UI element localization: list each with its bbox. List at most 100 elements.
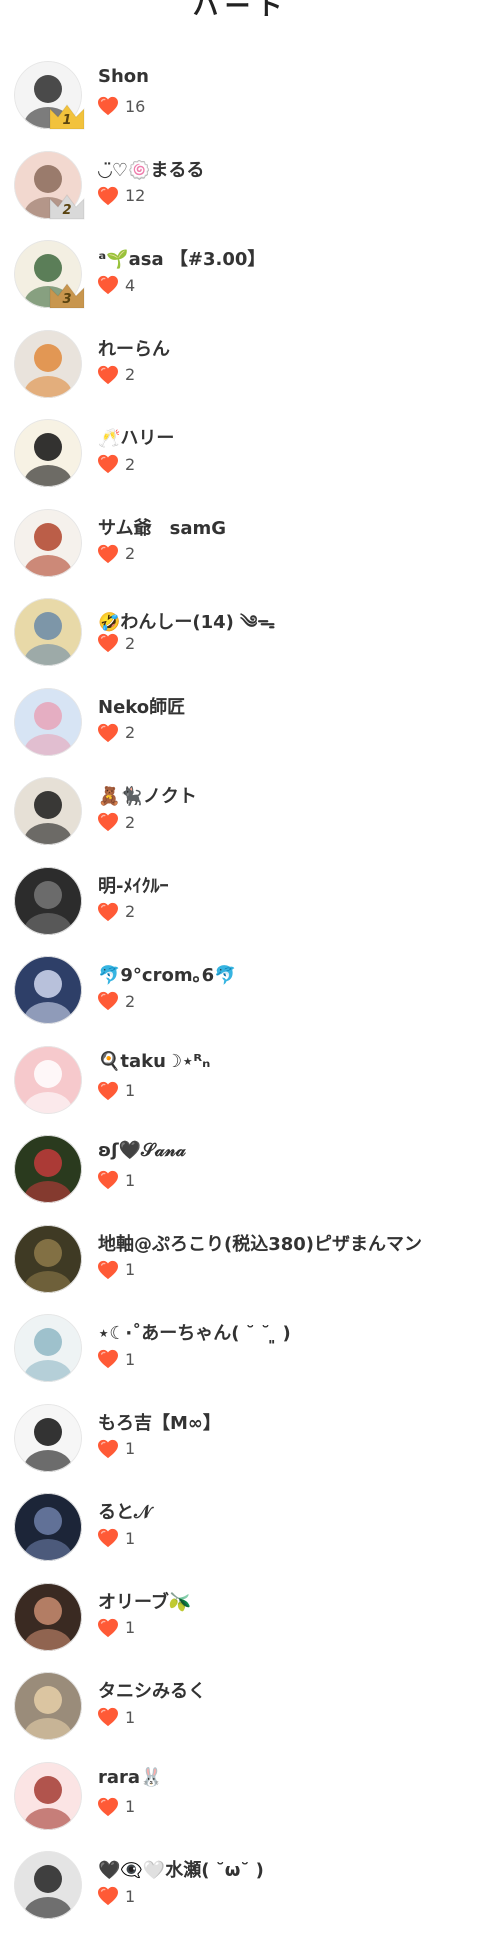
avatar-wrap[interactable]	[14, 1851, 82, 1919]
avatar[interactable]	[14, 1224, 82, 1293]
list-item[interactable]: れーらん 2	[0, 322, 481, 412]
heart-icon	[98, 1886, 118, 1906]
avatar[interactable]	[14, 1314, 82, 1382]
like-count-row: 2	[97, 722, 135, 744]
user-name[interactable]: ʚʃ🖤𝒮𝒶𝓃𝒶	[98, 1140, 186, 1161]
list-item[interactable]: 🤣わんしー(14) ༄ᯓ 2	[0, 590, 481, 680]
list-item[interactable]: もろ吉【M∞】 1	[0, 1396, 481, 1486]
avatar-wrap[interactable]	[14, 687, 82, 756]
avatar[interactable]	[14, 1045, 82, 1114]
avatar-wrap[interactable]	[14, 956, 82, 1024]
user-name[interactable]: 🍳taku☽⋆ᴿₙ	[98, 1051, 210, 1072]
user-name[interactable]: サム爺 samG	[98, 514, 226, 540]
user-name[interactable]: Shon	[98, 66, 149, 87]
avatar-wrap[interactable]	[14, 419, 82, 487]
user-name[interactable]: れーらん	[98, 335, 170, 361]
avatar[interactable]	[14, 777, 82, 845]
list-item[interactable]: 地軸@ぷろこり(税込380)ピザまんマン 1	[0, 1217, 481, 1307]
avatar[interactable]	[14, 508, 82, 577]
user-name[interactable]: ◡̈♡🍥まるる	[98, 156, 204, 182]
list-item[interactable]: 🧸🐈‍⬛ノクト 2	[0, 769, 481, 859]
like-count: 4	[125, 275, 136, 295]
avatar-wrap[interactable]	[14, 329, 82, 398]
list-item[interactable]: ⋆☾·˚あーちゃん( ˘ ˘ ͈ ) 1	[0, 1306, 481, 1396]
avatar-wrap[interactable]	[14, 1403, 82, 1472]
list-item[interactable]: オリーブ🫒 1	[0, 1575, 481, 1665]
avatar-wrap[interactable]	[14, 1135, 82, 1203]
like-count-row: 2	[97, 543, 135, 565]
like-count-row: 1	[97, 1527, 135, 1549]
list-item[interactable]: 🖤👁‍🗨🤍水瀬( ˘ω˘ ) 1	[0, 1843, 481, 1933]
user-name[interactable]: 🥂ハリー	[98, 424, 174, 450]
avatar-image	[14, 1403, 82, 1472]
avatar[interactable]	[14, 1493, 82, 1561]
avatar[interactable]	[14, 1403, 82, 1472]
list-item[interactable]: 🥂ハリー 2	[0, 411, 481, 501]
user-name[interactable]: 🐬9°crom｡6🐬	[98, 961, 237, 987]
user-name[interactable]: タニシみるく	[98, 1677, 206, 1703]
like-count: 2	[125, 633, 136, 653]
rank-number: 1	[62, 113, 72, 128]
like-count: 1	[125, 1797, 136, 1816]
list-item[interactable]: 1 Shon 16	[0, 53, 481, 143]
user-name[interactable]: ると𝒩	[98, 1498, 151, 1524]
avatar[interactable]	[14, 866, 82, 935]
avatar-wrap[interactable]	[14, 508, 82, 577]
avatar-wrap[interactable]	[14, 1314, 82, 1382]
avatar[interactable]	[14, 1672, 82, 1740]
like-count-row: 2	[97, 364, 135, 386]
user-name[interactable]: 地軸@ぷろこり(税込380)ピザまんマン	[98, 1230, 422, 1256]
heart-icon	[98, 365, 118, 384]
user-name[interactable]: 🖤👁‍🗨🤍水瀬( ˘ω˘ )	[98, 1856, 264, 1882]
avatar-wrap[interactable]	[14, 866, 82, 935]
user-name[interactable]: ⋆☾·˚あーちゃん( ˘ ˘ ͈ )	[98, 1319, 291, 1345]
list-item[interactable]: rara🐰 1	[0, 1754, 481, 1844]
avatar-wrap[interactable]	[14, 777, 82, 845]
avatar-wrap[interactable]	[14, 1045, 82, 1114]
avatar[interactable]	[14, 1851, 82, 1919]
avatar-wrap[interactable]: 1	[14, 61, 85, 130]
avatar[interactable]	[14, 1135, 82, 1203]
user-name[interactable]: Neko師匠	[98, 693, 185, 719]
avatar-wrap[interactable]	[14, 1582, 82, 1651]
avatar-image	[14, 1493, 82, 1561]
user-name[interactable]: 🧸🐈‍⬛ノクト	[98, 782, 197, 808]
list-item[interactable]: Neko師匠 2	[0, 680, 481, 770]
avatar-wrap[interactable]	[14, 1224, 82, 1293]
user-name[interactable]: オリーブ🫒	[98, 1588, 191, 1614]
avatar-wrap[interactable]	[14, 598, 82, 666]
list-item[interactable]: ʚʃ🖤𝒮𝒶𝓃𝒶 1	[0, 1127, 481, 1217]
avatar-wrap[interactable]	[14, 1493, 82, 1561]
like-count: 1	[125, 1886, 136, 1906]
avatar-wrap[interactable]: 3	[14, 240, 85, 309]
avatar[interactable]	[14, 329, 82, 398]
avatar-wrap[interactable]	[14, 1761, 82, 1830]
list-item[interactable]: 🍳taku☽⋆ᴿₙ 1	[0, 1038, 481, 1128]
avatar[interactable]	[14, 598, 82, 666]
user-name[interactable]: もろ吉【M∞】	[98, 1409, 221, 1435]
list-item[interactable]: サム爺 samG 2	[0, 501, 481, 591]
avatar-wrap[interactable]: 2	[14, 150, 85, 219]
list-item[interactable]: 明-ﾒｲｸﾙｰ 2	[0, 859, 481, 949]
avatar[interactable]	[14, 956, 82, 1024]
avatar[interactable]	[14, 1761, 82, 1830]
list-item[interactable]: 🐬9°crom｡6🐬 2	[0, 948, 481, 1038]
like-count-row: 2	[97, 453, 135, 475]
avatar[interactable]	[14, 1582, 82, 1651]
like-count-row: 1	[97, 1885, 135, 1907]
user-name[interactable]: ᵃ🌱asa 【#3.00】	[98, 245, 265, 271]
rank-number: 2	[62, 202, 72, 218]
avatar[interactable]	[14, 687, 82, 756]
avatar-image	[14, 777, 82, 845]
list-item[interactable]: タニシみるく 1	[0, 1664, 481, 1754]
like-count-row: 1	[97, 1259, 135, 1281]
list-item[interactable]: 3 ᵃ🌱asa 【#3.00】 4	[0, 232, 481, 322]
avatar-wrap[interactable]	[14, 1672, 82, 1740]
list-item[interactable]: 2 ◡̈♡🍥まるる 12	[0, 143, 481, 233]
list-item[interactable]: ると𝒩 1	[0, 1485, 481, 1575]
user-name[interactable]: 明-ﾒｲｸﾙｰ	[98, 872, 168, 898]
heart-icon	[98, 186, 118, 205]
heart-icon	[98, 454, 118, 474]
user-name[interactable]: rara🐰	[98, 1767, 162, 1788]
avatar[interactable]	[14, 419, 82, 487]
